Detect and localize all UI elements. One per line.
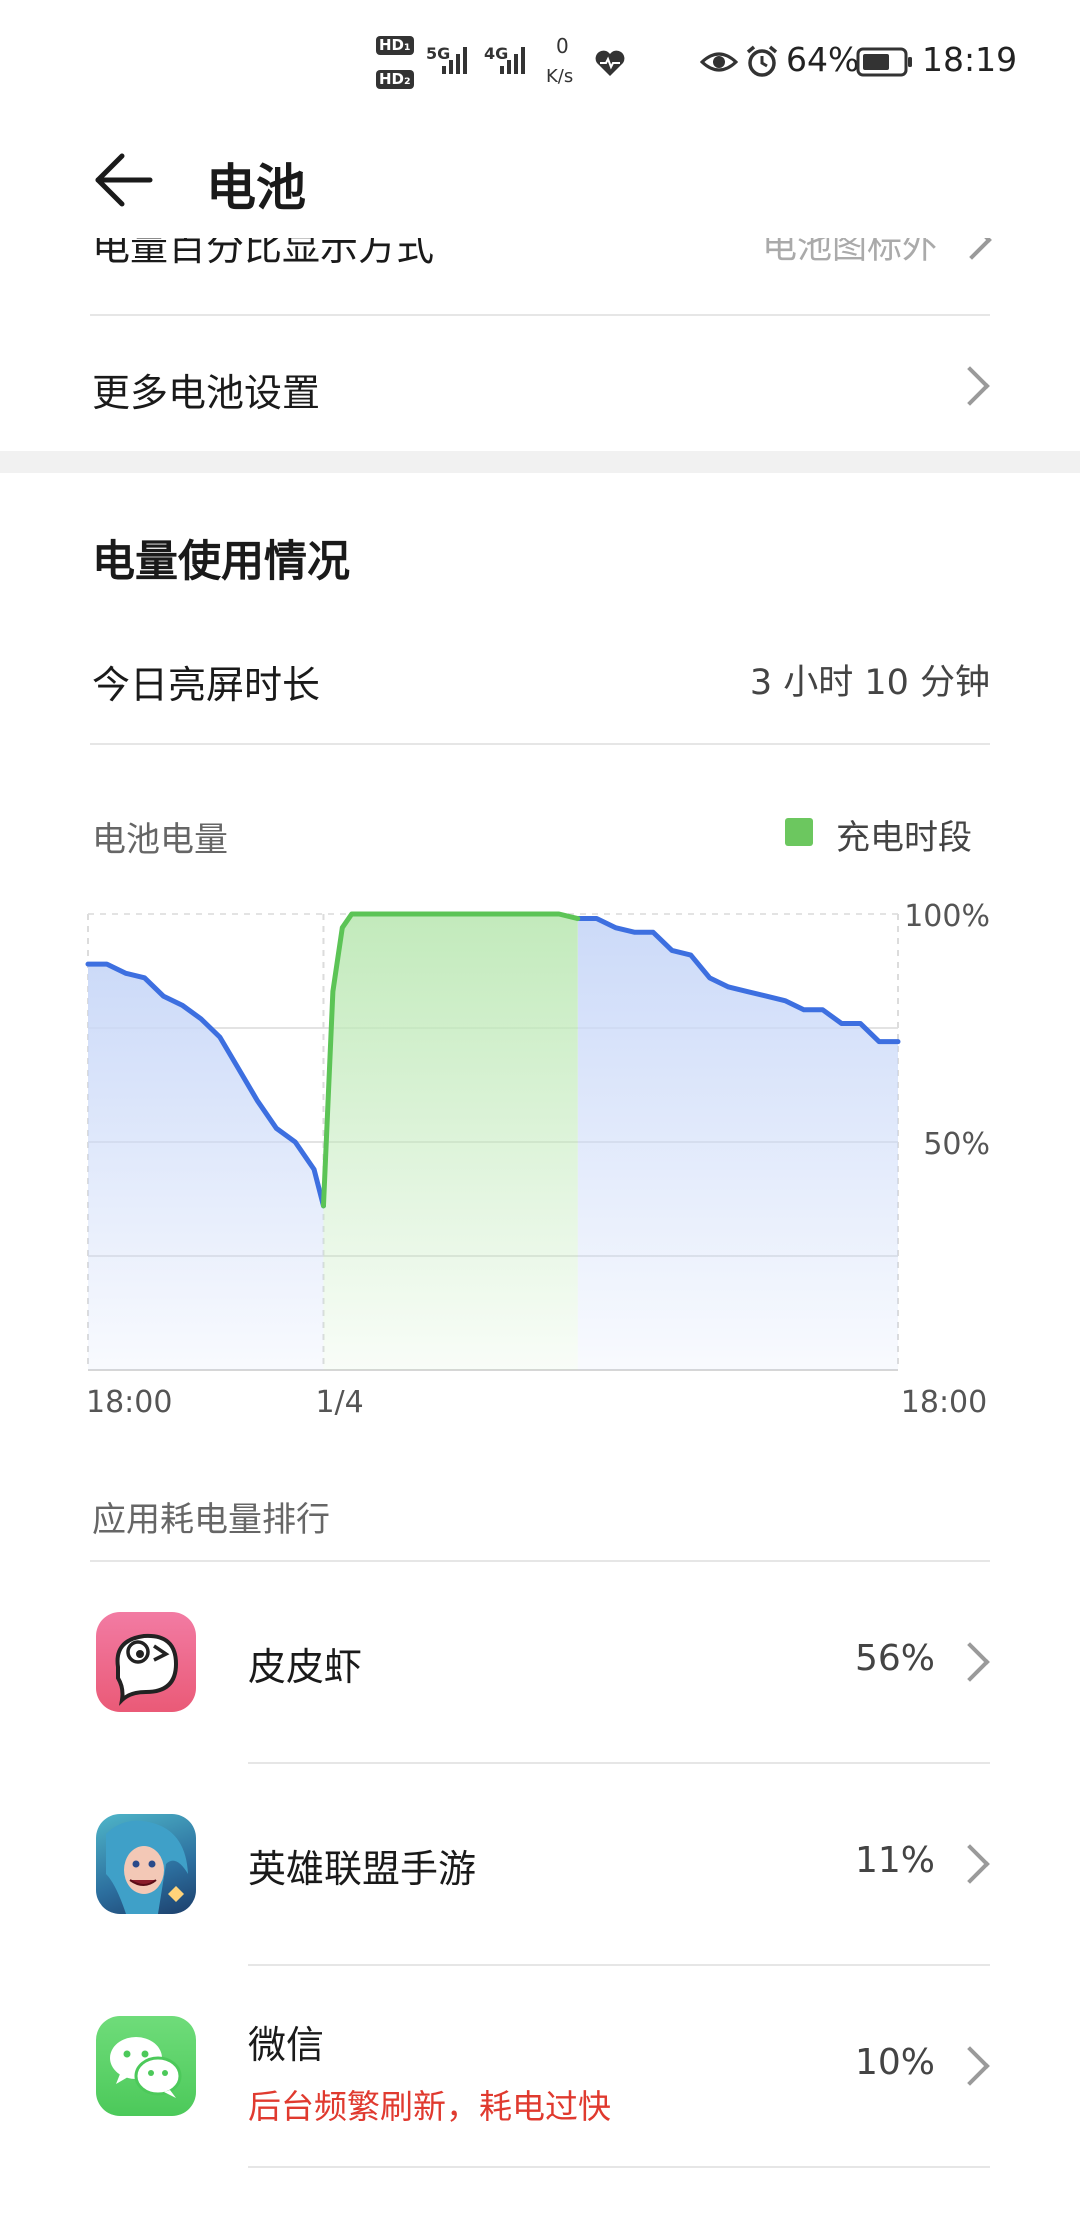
- signal-4g-icon: [500, 47, 525, 74]
- app-row-lol-mobile[interactable]: 英雄联盟手游 11%: [0, 1764, 1080, 1964]
- pipixia-app-icon: [96, 1612, 196, 1712]
- page-title: 电池: [206, 159, 306, 217]
- battery-level-chart: 100% 50% 18:00 1/4 18:00: [85, 900, 990, 1420]
- screen-time-label: 今日亮屏时长: [92, 663, 321, 707]
- app-percent: 56%: [854, 1638, 935, 1679]
- heart-health-icon: [595, 50, 625, 76]
- charging-area: [323, 914, 578, 1370]
- x-tick-label: 1/4: [315, 1385, 363, 1420]
- discharge-area: [577, 918, 898, 1370]
- net-speed-value: 0: [556, 34, 569, 58]
- divider: [90, 743, 990, 745]
- more-battery-settings-label: 更多电池设置: [92, 371, 321, 415]
- status-bar: HD₁ HD₂ 5G 4G 0 K/s 64% 18:19: [0, 0, 1080, 124]
- divider: [248, 2166, 990, 2168]
- divider: [90, 314, 990, 316]
- app-percent: 11%: [854, 1840, 935, 1881]
- section-separator: [0, 451, 1080, 473]
- app-name: 皮皮虾: [248, 1645, 363, 1689]
- app-name: 英雄联盟手游: [248, 1847, 477, 1891]
- signal-5g-icon: [442, 47, 467, 74]
- x-tick-label: 18:00: [86, 1385, 172, 1420]
- app-name: 微信: [248, 2023, 325, 2067]
- y-tick-label: 100%: [904, 900, 990, 934]
- back-arrow-icon[interactable]: [92, 152, 156, 208]
- hd1-indicator: HD₁: [376, 36, 414, 55]
- chevron-right-icon: [950, 1844, 990, 1884]
- battery-display-value: 电池图标外: [762, 238, 938, 267]
- app-ranking-title: 应用耗电量排行: [92, 1500, 330, 1540]
- chevron-right-icon: [950, 366, 990, 406]
- chevron-right-icon: [950, 1642, 990, 1682]
- app-row-pipixia[interactable]: 皮皮虾 56%: [0, 1562, 1080, 1762]
- x-tick-label: 18:00: [901, 1385, 987, 1420]
- chevron-right-icon: [952, 238, 992, 260]
- battery-icon: [856, 47, 912, 77]
- usage-section-title: 电量使用情况: [92, 537, 350, 587]
- app-percent: 10%: [854, 2042, 935, 2083]
- app-warning-text: 后台频繁刷新，耗电过快: [248, 2087, 611, 2126]
- more-battery-settings-row[interactable]: 更多电池设置: [0, 318, 1080, 451]
- chevron-right-icon: [950, 2046, 990, 2086]
- lol-mobile-app-icon: [96, 1814, 196, 1914]
- clock-time: 18:19: [922, 40, 1018, 79]
- net-speed-unit: K/s: [546, 66, 574, 87]
- app-row-wechat[interactable]: 微信 10%: [0, 1966, 1080, 2166]
- hd2-indicator: HD₂: [376, 70, 414, 89]
- eye-comfort-icon: [700, 52, 738, 72]
- battery-display-label: 电量百分比显示方式: [92, 238, 435, 269]
- charging-legend-label: 充电时段: [836, 818, 972, 858]
- battery-percent-status: 64%: [786, 40, 860, 79]
- y-tick-label: 50%: [923, 1127, 990, 1162]
- alarm-icon: [746, 45, 778, 77]
- screen-time-value: 3 小时 10 分钟: [749, 663, 990, 703]
- battery-display-row[interactable]: 电量百分比显示方式 电池图标外: [0, 238, 1080, 270]
- battery-level-label: 电池电量: [92, 820, 228, 860]
- charging-legend-swatch: [785, 818, 813, 846]
- screen-time-row: 今日亮屏时长 3 小时 10 分钟: [0, 640, 1080, 740]
- wechat-app-icon: [96, 2016, 196, 2116]
